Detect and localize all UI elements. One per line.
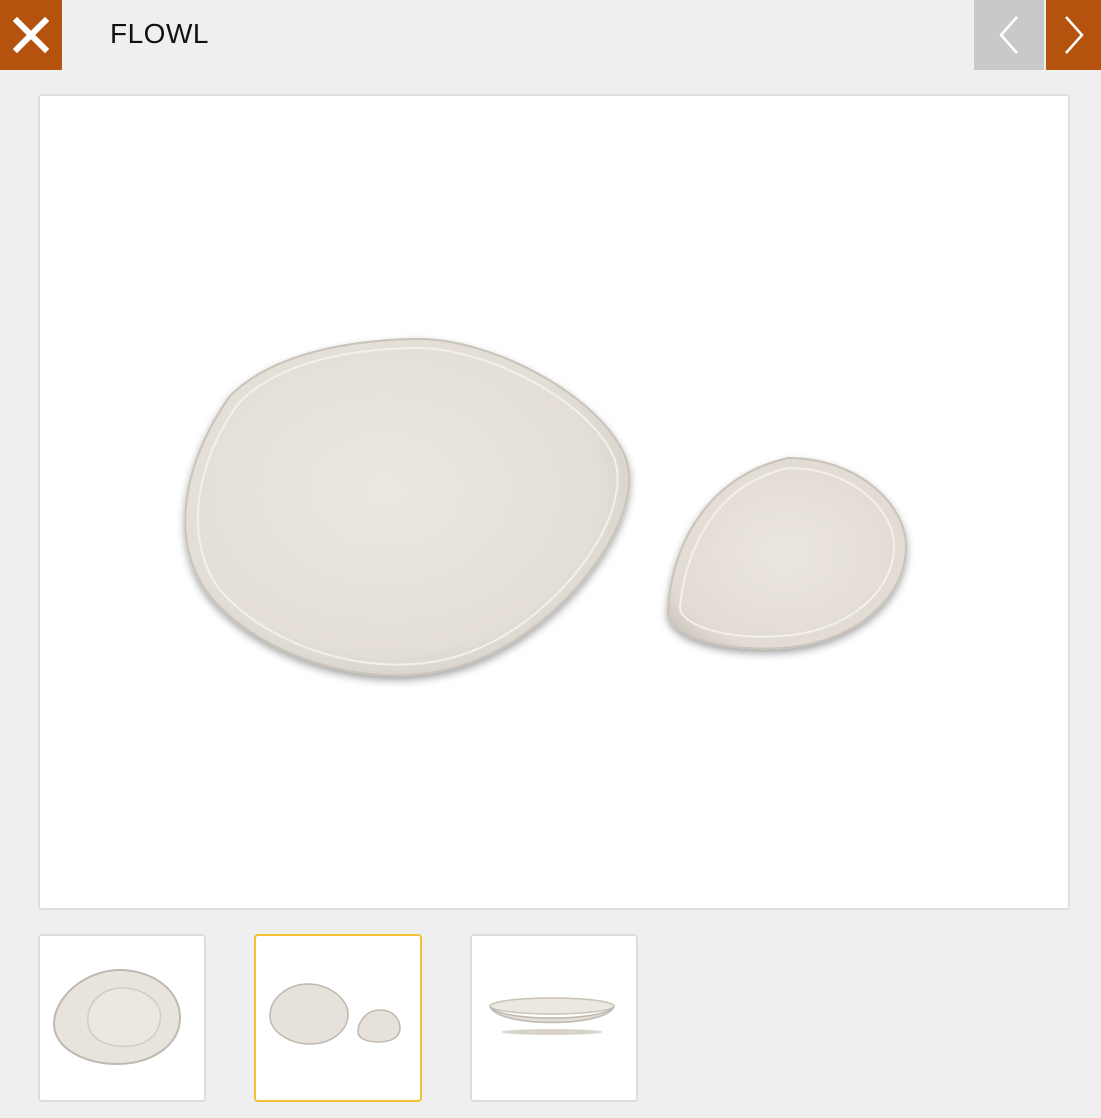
thumbnail-plate-side-view[interactable] bbox=[470, 934, 638, 1102]
product-image-plate-pair bbox=[184, 337, 908, 677]
close-icon bbox=[13, 17, 49, 53]
chevron-right-icon bbox=[1064, 16, 1084, 54]
main-image-viewer bbox=[38, 94, 1070, 910]
thumbnail-plate-top-view[interactable] bbox=[38, 934, 206, 1102]
previous-button[interactable] bbox=[974, 0, 1044, 70]
page-title: FLOWL bbox=[110, 18, 209, 49]
close-button[interactable] bbox=[0, 0, 62, 70]
chevron-left-icon bbox=[999, 16, 1018, 54]
thumbnail-image bbox=[269, 983, 401, 1045]
next-button[interactable] bbox=[1046, 0, 1101, 70]
thumbnail-image bbox=[489, 997, 615, 1035]
top-bar: FLOWL bbox=[0, 0, 1101, 70]
thumbnail-plate-pair[interactable] bbox=[254, 934, 422, 1102]
thumbnail-image bbox=[52, 968, 182, 1066]
